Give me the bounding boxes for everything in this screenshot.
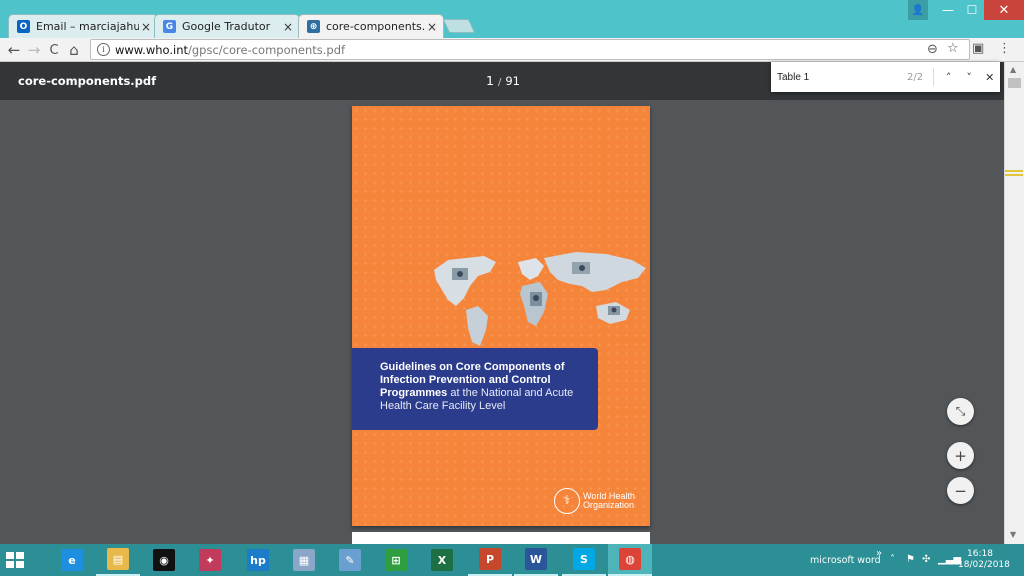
forward-button[interactable]: →: [24, 40, 44, 60]
taskbar-file-explorer-button[interactable]: ▤: [96, 544, 140, 576]
tray-toolbar-label[interactable]: microsoft word: [810, 555, 910, 566]
who-emblem-icon: ⚕: [554, 488, 580, 514]
tab-strip: O Email – marciajahu@live × G Google Tra…: [0, 0, 1024, 38]
world-map-photo-collage: [434, 252, 646, 346]
home-button[interactable]: ⌂: [64, 40, 84, 60]
page-separator: /: [497, 77, 502, 88]
taskbar-image-viewer-button[interactable]: ▦: [282, 544, 326, 576]
find-next-button[interactable]: ˅: [959, 71, 980, 84]
skype-icon: S: [573, 548, 595, 570]
user-icon[interactable]: 👤: [908, 0, 928, 20]
outlook-icon: O: [17, 20, 30, 33]
zoom-out-button[interactable]: −: [947, 477, 974, 504]
pdf-page: Guidelines on Core Components of Infecti…: [352, 106, 650, 526]
excel-icon: X: [431, 549, 453, 571]
taskbar-word-button[interactable]: W: [514, 544, 558, 576]
close-tab-icon[interactable]: ×: [425, 20, 439, 34]
chrome-icon: ◍: [619, 548, 641, 570]
zoom-in-button[interactable]: +: [947, 442, 974, 469]
taskbar-store-button[interactable]: ⊞: [374, 544, 418, 576]
clock[interactable]: 16:18 18/02/2018: [958, 549, 1010, 571]
tab-core-components[interactable]: ⊕ core-components.pdf ×: [298, 14, 444, 38]
cover-title-banner: Guidelines on Core Components of Infecti…: [352, 348, 598, 430]
photo-app-icon: ✦: [199, 549, 221, 571]
show-hidden-icons-icon[interactable]: ˄: [890, 554, 895, 565]
clock-time: 16:18: [967, 549, 993, 559]
tab-label: core-components.pdf: [326, 20, 425, 33]
zoom-icon[interactable]: ⊖: [927, 42, 938, 57]
scroll-up-arrow-icon[interactable]: ▲: [1010, 65, 1016, 74]
pdf-viewer[interactable]: Guidelines on Core Components of Infecti…: [0, 100, 1004, 544]
find-close-button[interactable]: ✕: [979, 71, 1000, 84]
internet-explorer-icon: e: [61, 549, 83, 571]
chrome-menu-icon[interactable]: ⋮: [998, 41, 1011, 56]
url-host: www.who.int: [115, 42, 188, 57]
new-tab-button[interactable]: [442, 19, 476, 33]
taskbar-chrome-button[interactable]: ◍: [608, 544, 652, 576]
vertical-scrollbar[interactable]: ▲ ▼: [1004, 62, 1024, 544]
image-viewer-icon: ▦: [293, 549, 315, 571]
translate-icon: G: [163, 20, 176, 33]
fit-to-page-button[interactable]: ⤡: [947, 398, 974, 425]
taskbar-paint-button[interactable]: ✎: [328, 544, 372, 576]
total-pages: 91: [505, 74, 520, 88]
taskbar-powerpoint-button[interactable]: P: [468, 544, 512, 576]
scroll-thumb[interactable]: [1008, 78, 1021, 88]
hp-icon: hp: [247, 549, 269, 571]
extension-icon[interactable]: ▣: [972, 41, 984, 56]
tray-expand-icon[interactable]: »: [876, 548, 882, 559]
store-icon: ⊞: [385, 549, 407, 571]
address-bar[interactable]: i www.who.int/gpsc/core-components.pdf ⊖…: [90, 39, 970, 60]
globe-icon: ⊕: [307, 20, 320, 33]
pdf-title: core-components.pdf: [18, 74, 157, 88]
minimize-button[interactable]: —: [936, 0, 960, 20]
tab-google-translate[interactable]: G Google Tradutor ×: [154, 14, 300, 38]
current-page-input[interactable]: 1: [486, 73, 494, 88]
who-logo: ⚕ World Health Organization: [554, 488, 635, 514]
browser-toolbar: ← → C ⌂ i www.who.int/gpsc/core-componen…: [0, 38, 1024, 62]
find-divider: [933, 68, 935, 86]
page-indicator: 1/91: [486, 73, 520, 88]
pdf-page-next: [352, 532, 650, 544]
reload-button[interactable]: C: [44, 40, 64, 60]
find-result-marker: [1005, 170, 1023, 176]
close-tab-icon[interactable]: ×: [139, 20, 153, 34]
tab-email[interactable]: O Email – marciajahu@live ×: [8, 14, 158, 38]
word-icon: W: [525, 548, 547, 570]
start-button[interactable]: [6, 552, 24, 568]
tab-label: Google Tradutor: [182, 20, 271, 33]
maximize-button[interactable]: ☐: [960, 0, 984, 20]
find-previous-button[interactable]: ˄: [938, 71, 959, 84]
camera-app-icon: ◉: [153, 549, 175, 571]
taskbar-photo-app-button[interactable]: ✦: [188, 544, 232, 576]
close-window-button[interactable]: ✕: [984, 0, 1024, 20]
flag-icon[interactable]: ⚑: [906, 554, 915, 565]
powerpoint-icon: P: [479, 548, 501, 570]
bookmark-star-icon[interactable]: ☆: [947, 41, 959, 56]
info-icon[interactable]: i: [97, 43, 110, 56]
paint-icon: ✎: [339, 549, 361, 571]
clock-date: 18/02/2018: [958, 560, 1010, 570]
taskbar-skype-button[interactable]: S: [562, 544, 606, 576]
taskbar-camera-app-button[interactable]: ◉: [142, 544, 186, 576]
taskbar-internet-explorer-button[interactable]: e: [50, 544, 94, 576]
window-controls: 👤 — ☐ ✕: [908, 0, 1024, 20]
taskbar-hp-button[interactable]: hp: [236, 544, 280, 576]
url-path: /gpsc/core-components.pdf: [188, 42, 346, 57]
network-icon[interactable]: ✣: [922, 554, 930, 565]
windows-taskbar: e ▤ ◉ ✦ hp ▦ ✎ ⊞ X P W S ◍ microsoft word » ˄ ⚑ ✣ ▁▃…: [0, 544, 1024, 576]
file-explorer-icon: ▤: [107, 548, 129, 570]
close-tab-icon[interactable]: ×: [281, 20, 295, 34]
find-input[interactable]: [777, 71, 897, 83]
back-button[interactable]: ←: [4, 40, 24, 60]
tab-label: Email – marciajahu@live: [36, 20, 139, 33]
scroll-down-arrow-icon[interactable]: ▼: [1010, 530, 1016, 539]
who-name-line2: Organization: [583, 500, 635, 510]
find-match-count: 2/2: [907, 71, 924, 83]
find-bar: 2/2 ˄ ˅ ✕: [771, 62, 1000, 92]
taskbar-excel-button[interactable]: X: [420, 544, 464, 576]
